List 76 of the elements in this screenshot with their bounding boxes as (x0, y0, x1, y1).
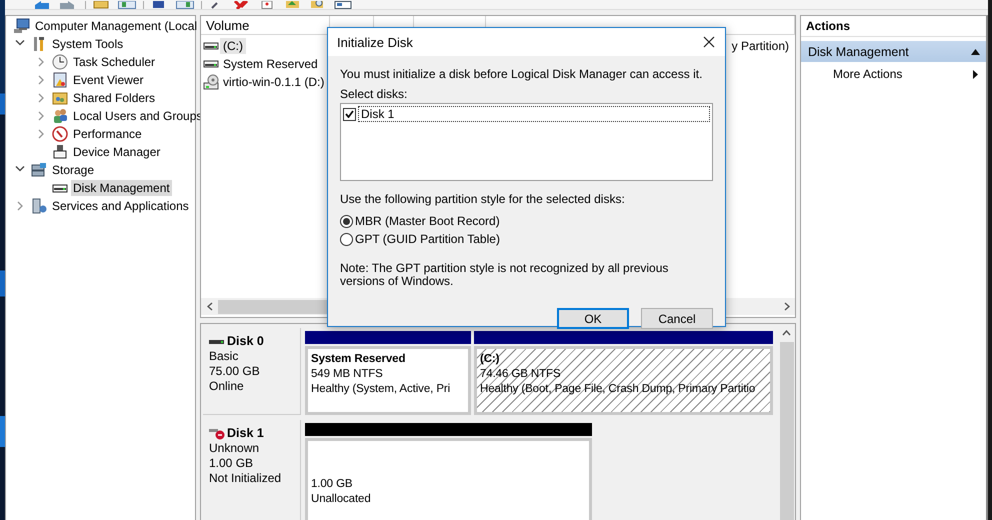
partition-size: 549 MB NTFS (311, 367, 384, 382)
partition-status: Healthy (Boot, Page File, Crash Dump, Primary Partitio (480, 382, 756, 397)
gauge-icon (52, 126, 68, 142)
chevron-right-icon[interactable] (37, 129, 45, 139)
field-label: Use the following partition style for the selected disks: (340, 192, 626, 206)
device-icon (52, 144, 68, 160)
radio-label[interactable]: MBR (Master Boot Record) (355, 214, 500, 228)
chevron-right-icon[interactable] (37, 111, 45, 121)
cancel-button[interactable]: Cancel (641, 308, 713, 329)
arrow-right-icon[interactable] (784, 302, 790, 311)
clock-icon (52, 54, 68, 70)
radio-button[interactable] (340, 232, 353, 246)
partition-name: System Reserved (311, 352, 406, 367)
tree-item[interactable]: Computer Management (Local (33, 18, 200, 34)
tree-item[interactable]: Event Viewer (71, 72, 146, 88)
log-book-icon (52, 72, 68, 88)
disk-type: Unknown (209, 441, 260, 456)
disk-type: Basic (209, 349, 240, 364)
checkbox[interactable] (343, 108, 356, 120)
partition-size: 1.00 GB (311, 477, 354, 492)
arrow-up-icon[interactable] (782, 330, 791, 336)
ok-button[interactable]: OK (557, 308, 629, 329)
partition-size: 74.46 GB NTFS (480, 367, 562, 382)
partition-name: (C:) (480, 352, 500, 367)
tools-icon (31, 36, 47, 52)
dialog-title: Initialize Disk (337, 34, 413, 50)
partition-status: Unallocated (311, 492, 372, 507)
action-link[interactable]: More Actions (833, 67, 902, 81)
field-label: Select disks: (340, 87, 408, 101)
disk-name: Disk 0 (227, 334, 264, 349)
chevron-right-icon[interactable] (37, 57, 45, 67)
tree-item[interactable]: Shared Folders (71, 90, 158, 106)
actions-section: Disk Management (801, 41, 986, 62)
window-icon[interactable] (334, 1, 352, 9)
tree-item[interactable]: System Tools (50, 36, 126, 52)
disk-name: Disk 1 (227, 426, 264, 441)
radio-label[interactable]: GPT (GUID Partition Table) (355, 232, 500, 246)
partition-status: Healthy (System, Active, Pri (311, 382, 452, 397)
server-gear-icon (31, 198, 47, 214)
disc-drive-icon (203, 74, 219, 90)
list-item[interactable]: (C:) (220, 38, 246, 54)
list-item[interactable]: virtio-win-0.1.1 (D:) (220, 74, 328, 90)
dialog-message: You must initialize a disk before Logical Disk Manager can access it. (340, 67, 704, 81)
users-icon (52, 108, 68, 124)
folder-icon[interactable] (93, 1, 111, 9)
triangle-right-icon[interactable] (973, 70, 978, 78)
actions-header: Actions (801, 16, 986, 37)
chevron-right-icon[interactable] (37, 75, 45, 85)
pane-icon[interactable] (176, 1, 194, 9)
computer-icon (14, 18, 30, 34)
tree-item[interactable]: Performance (71, 126, 144, 142)
radio-button[interactable] (340, 214, 353, 228)
scrollbar-thumb[interactable] (780, 342, 794, 520)
tree-item[interactable]: Services and Applications (50, 198, 191, 214)
chevron-down-icon[interactable] (15, 39, 25, 47)
tree-item[interactable]: Storage (50, 162, 96, 178)
disk-size: 1.00 GB (209, 456, 254, 471)
tree-item[interactable]: Task Scheduler (71, 54, 158, 70)
tree-item[interactable]: Disk Management (71, 180, 172, 196)
table-cell-text: y Partition) (732, 39, 790, 53)
note-text: Note: The GPT partition style is not recognized by all previous versions of Windows. (340, 262, 670, 288)
list-item[interactable]: System Reserved (220, 56, 321, 72)
arrow-left-icon[interactable] (206, 302, 212, 311)
disk-state: Not Initialized (209, 471, 282, 486)
list-item[interactable]: Disk 1 (358, 106, 710, 122)
tree-item[interactable]: Device Manager (71, 144, 162, 160)
triangle-up-icon[interactable] (971, 48, 980, 54)
disk-state: Online (209, 379, 245, 394)
disk-size: 75.00 GB (209, 364, 261, 379)
chevron-down-icon[interactable] (15, 165, 25, 173)
chevron-right-icon[interactable] (37, 93, 45, 103)
storage-icon (31, 162, 47, 178)
shared-folder-icon (52, 90, 68, 106)
pane-icon[interactable] (118, 1, 136, 9)
chevron-right-icon[interactable] (16, 201, 24, 211)
arrow-up-icon[interactable] (284, 1, 302, 9)
